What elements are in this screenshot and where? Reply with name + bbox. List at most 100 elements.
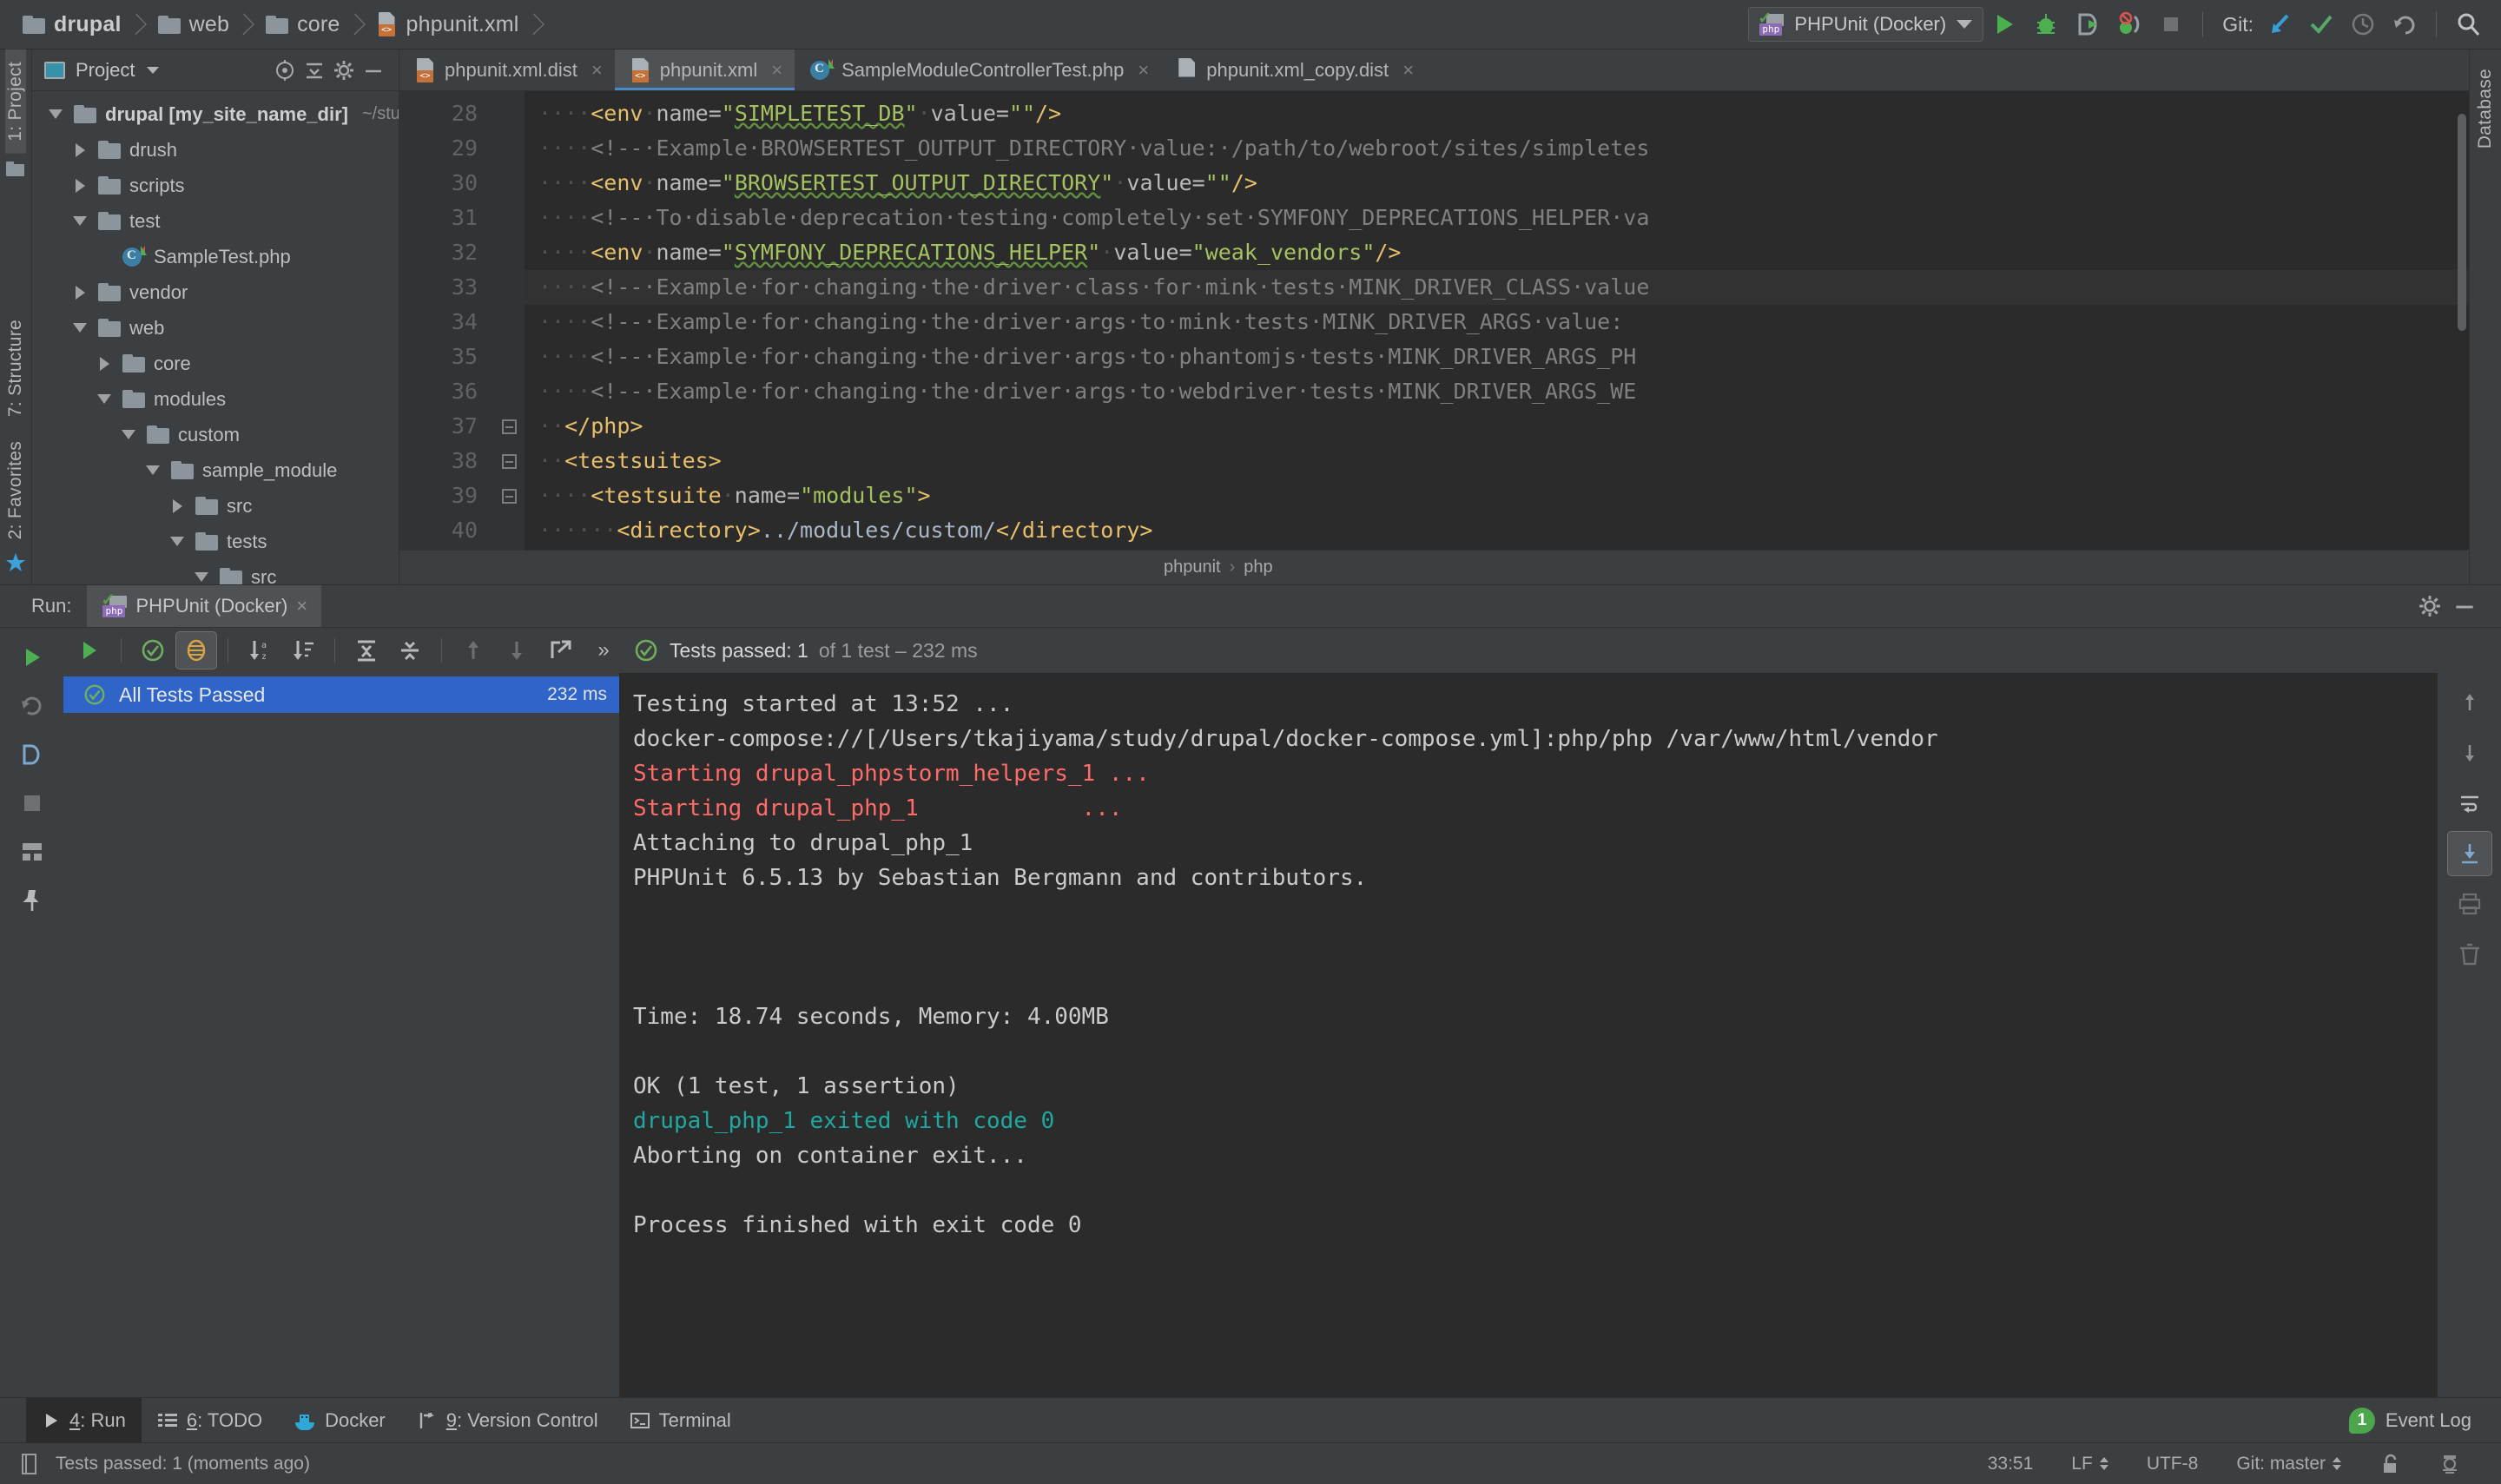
file-encoding[interactable]: UTF-8 bbox=[2128, 1454, 2218, 1474]
code-line[interactable]: ····<!--·Example·for·changing·the·driver… bbox=[525, 270, 2469, 305]
chevron-down-icon[interactable] bbox=[69, 210, 91, 233]
code-line[interactable]: ····<!--·To·disable·deprecation·testing·… bbox=[525, 201, 2469, 235]
editor-tab[interactable]: phpunit.xml_copy.dist × bbox=[1161, 49, 1426, 90]
coverage-button[interactable] bbox=[10, 732, 55, 777]
tree-item[interactable]: custom bbox=[32, 417, 399, 452]
tree-item[interactable]: sample_module bbox=[32, 452, 399, 488]
debug-button[interactable] bbox=[2025, 5, 2067, 43]
tree-item[interactable]: tests bbox=[32, 524, 399, 559]
run-panel-settings-button[interactable] bbox=[2412, 589, 2447, 623]
breadcrumb-item-core[interactable]: core bbox=[266, 12, 343, 37]
chevron-down-icon[interactable] bbox=[190, 566, 213, 585]
tree-item[interactable]: SampleTest.php bbox=[32, 239, 399, 274]
scroll-from-source-button[interactable] bbox=[270, 56, 300, 85]
scroll-to-end-button[interactable] bbox=[2446, 831, 2492, 876]
editor-tab[interactable]: SampleModuleControllerTest.php × bbox=[795, 49, 1161, 90]
inspector-toggle[interactable] bbox=[2419, 1453, 2480, 1475]
console-output[interactable]: Testing started at 13:52 ... docker-compo… bbox=[619, 673, 2438, 1397]
sort-alphabetically-button[interactable]: a z bbox=[239, 631, 280, 669]
code-line[interactable]: ····<env·name="SIMPLETEST_DB"·value=""/> bbox=[525, 96, 2469, 131]
close-icon[interactable]: × bbox=[1138, 59, 1149, 82]
sort-by-duration-button[interactable] bbox=[282, 631, 324, 669]
tool-window-button-terminal[interactable]: Terminal bbox=[614, 1398, 747, 1443]
editor-tab[interactable]: <> phpunit.xml.dist × bbox=[399, 49, 615, 90]
chevron-down-icon[interactable] bbox=[69, 317, 91, 340]
sidebar-item-favorites[interactable]: 2: Favorites bbox=[5, 429, 26, 551]
chevron-right-icon[interactable] bbox=[69, 175, 91, 197]
chevron-right-icon[interactable] bbox=[69, 139, 91, 162]
hide-passed-button[interactable] bbox=[132, 631, 174, 669]
chevron-down-icon[interactable] bbox=[166, 531, 188, 553]
run-configuration-selector[interactable]: ✓ php PHPUnit (Docker) bbox=[1748, 7, 1984, 42]
chevron-right-icon[interactable] bbox=[93, 353, 115, 375]
expand-all-button[interactable] bbox=[346, 631, 387, 669]
lock-toggle[interactable] bbox=[2360, 1453, 2419, 1475]
event-log-button[interactable]: 1 Event Log bbox=[2348, 1407, 2501, 1434]
code-line[interactable]: ····<!--·Example·BROWSERTEST_OUTPUT_DIRE… bbox=[525, 131, 2469, 166]
run-button[interactable] bbox=[1983, 5, 2025, 43]
close-icon[interactable]: × bbox=[591, 59, 603, 82]
profile-button[interactable] bbox=[2108, 5, 2150, 43]
project-settings-button[interactable] bbox=[329, 56, 359, 85]
hide-panel-button[interactable] bbox=[359, 56, 388, 85]
git-revert-button[interactable] bbox=[2384, 5, 2425, 43]
code-line[interactable]: ····<!--·Example·for·changing·the·driver… bbox=[525, 374, 2469, 409]
pin-tab-button[interactable] bbox=[10, 878, 55, 923]
collapse-all-button[interactable] bbox=[300, 56, 329, 85]
more-options-button[interactable]: » bbox=[583, 631, 624, 669]
tool-window-button-6-todo[interactable]: 6: TODO bbox=[142, 1398, 278, 1443]
code-line[interactable]: ······<directory>../modules/custom/</dir… bbox=[525, 513, 2469, 548]
tree-item[interactable]: test bbox=[32, 203, 399, 239]
tree-item[interactable]: drush bbox=[32, 132, 399, 168]
tool-window-button-9-version-control[interactable]: 9: Version Control bbox=[401, 1398, 614, 1443]
close-icon[interactable]: × bbox=[1402, 59, 1414, 82]
close-icon[interactable]: × bbox=[771, 59, 782, 82]
editor-breadcrumb-item[interactable]: phpunit bbox=[1164, 557, 1221, 577]
search-everywhere-button[interactable] bbox=[2447, 5, 2489, 43]
git-update-project-button[interactable] bbox=[2259, 5, 2300, 43]
editor-breadcrumb-item[interactable]: php bbox=[1244, 557, 1272, 577]
tree-item[interactable]: core bbox=[32, 346, 399, 381]
code-line[interactable]: ····<testsuite·name="modules"> bbox=[525, 478, 2469, 513]
collapse-all-button[interactable] bbox=[389, 631, 431, 669]
chevron-right-icon[interactable] bbox=[166, 495, 188, 518]
tree-item[interactable]: src bbox=[32, 488, 399, 524]
scroll-down-button[interactable] bbox=[2447, 730, 2492, 775]
print-button[interactable] bbox=[2447, 881, 2492, 927]
editor-fold-column[interactable] bbox=[493, 91, 525, 550]
chevron-down-icon[interactable] bbox=[147, 66, 160, 74]
scroll-up-button[interactable] bbox=[2447, 680, 2492, 725]
clear-all-button[interactable] bbox=[2447, 932, 2492, 977]
code-line[interactable]: ··<testsuites> bbox=[525, 444, 2469, 478]
tree-item[interactable]: modules bbox=[32, 381, 399, 417]
tree-item[interactable]: drupal [my_site_name_dir] ~/study/drupal bbox=[32, 96, 399, 132]
export-results-button[interactable] bbox=[539, 631, 581, 669]
tool-window-button-4-run[interactable]: 4: Run bbox=[26, 1397, 142, 1443]
fold-marker[interactable] bbox=[493, 444, 525, 478]
project-tree[interactable]: drupal [my_site_name_dir]~/study/drupald… bbox=[32, 91, 399, 584]
chevron-down-icon[interactable] bbox=[142, 459, 164, 482]
fold-marker[interactable] bbox=[493, 409, 525, 444]
test-result-row[interactable]: All Tests Passed 232 ms bbox=[63, 676, 619, 713]
breadcrumb-item-drupal[interactable]: drupal bbox=[23, 12, 125, 37]
tree-item[interactable]: src bbox=[32, 559, 399, 584]
tree-item[interactable]: vendor bbox=[32, 274, 399, 310]
code-line[interactable]: ····<!--·Example·for·changing·the·driver… bbox=[525, 305, 2469, 340]
git-history-button[interactable] bbox=[2342, 5, 2384, 43]
git-branch[interactable]: Git: master bbox=[2217, 1454, 2360, 1474]
test-results-tree[interactable]: All Tests Passed 232 ms bbox=[63, 673, 619, 1397]
tree-item[interactable]: web bbox=[32, 310, 399, 346]
rerun-tests-button[interactable] bbox=[10, 635, 55, 680]
sidebar-item-project[interactable]: 1: Project bbox=[5, 49, 26, 154]
run-tab-phpunit[interactable]: ✓ php PHPUnit (Docker) × bbox=[87, 585, 322, 627]
chevron-down-icon[interactable] bbox=[117, 424, 140, 446]
rerun-failed-button[interactable] bbox=[10, 683, 55, 729]
editor-vertical-scrollbar[interactable] bbox=[2455, 91, 2469, 550]
sidebar-item-database[interactable]: Database bbox=[2475, 56, 2496, 161]
run-panel-hide-button[interactable] bbox=[2447, 589, 2482, 623]
show-ignored-button[interactable] bbox=[175, 631, 217, 669]
tool-window-button-docker[interactable]: Docker bbox=[278, 1398, 401, 1443]
fold-marker[interactable] bbox=[493, 478, 525, 513]
code-line[interactable]: ··</php> bbox=[525, 409, 2469, 444]
tree-item[interactable]: scripts bbox=[32, 168, 399, 203]
